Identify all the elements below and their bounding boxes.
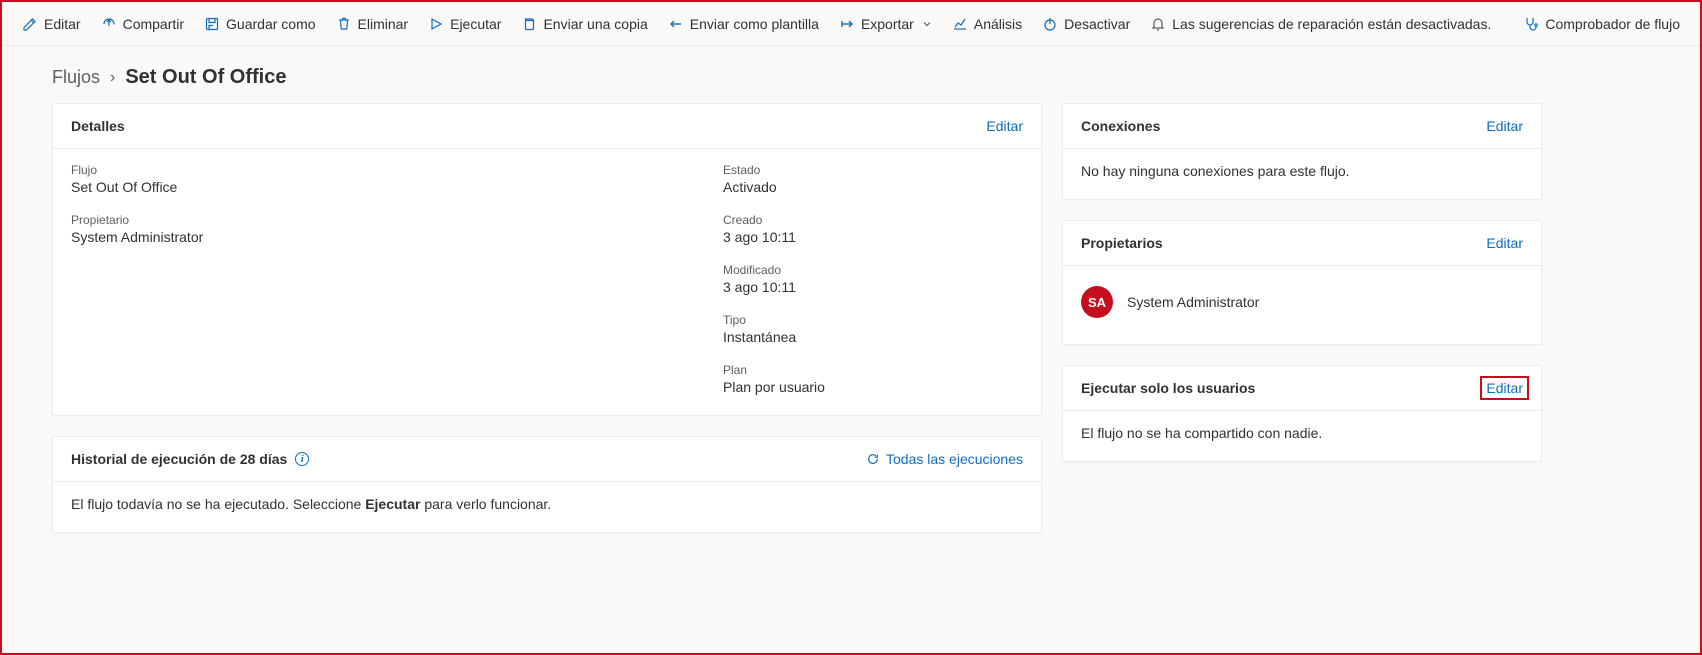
save-as-icon [204,16,220,32]
pencil-icon [22,16,38,32]
owners-edit-link[interactable]: Editar [1486,235,1523,251]
connections-title: Conexiones [1081,118,1160,134]
owner-value: System Administrator [71,229,683,245]
owner-row: SA System Administrator [1081,280,1523,324]
run-history-empty-bold: Ejecutar [365,496,420,512]
disable-button[interactable]: Desactivar [1034,12,1138,36]
modified-value: 3 ago 10:11 [723,279,1023,295]
command-bar: Editar Compartir Guardar como Eliminar E… [2,2,1700,46]
connections-card: Conexiones Editar No hay ninguna conexio… [1062,103,1542,200]
share-label: Compartir [123,16,184,32]
edit-button[interactable]: Editar [14,12,89,36]
save-as-button[interactable]: Guardar como [196,12,323,36]
flow-value: Set Out Of Office [71,179,683,195]
disable-label: Desactivar [1064,16,1130,32]
type-label: Tipo [723,313,1023,327]
send-template-button[interactable]: Enviar como plantilla [660,12,827,36]
copy-icon [521,16,537,32]
status-value: Activado [723,179,1023,195]
connections-edit-link[interactable]: Editar [1486,118,1523,134]
info-icon[interactable]: i [295,452,309,466]
delete-button[interactable]: Eliminar [328,12,417,36]
trash-icon [336,16,352,32]
power-icon [1042,16,1058,32]
repair-suggestions-label: Las sugerencias de reparación están desa… [1172,16,1491,32]
page-body: Detalles Editar Flujo Set Out Of Office … [2,103,1700,553]
run-label: Ejecutar [450,16,501,32]
run-history-empty-prefix: El flujo todavía no se ha ejecutado. Sel… [71,496,365,512]
avatar: SA [1081,286,1113,318]
details-card: Detalles Editar Flujo Set Out Of Office … [52,103,1042,416]
page-title: Set Out Of Office [125,66,286,89]
run-history-title: Historial de ejecución de 28 días [71,451,287,467]
delete-label: Eliminar [358,16,409,32]
arrow-left-icon [668,16,684,32]
details-title: Detalles [71,118,125,134]
run-only-edit-highlight: Editar [1480,376,1529,400]
analytics-label: Análisis [974,16,1022,32]
breadcrumb: Flujos › Set Out Of Office [2,46,1700,103]
run-only-card: Ejecutar solo los usuarios Editar El flu… [1062,365,1542,462]
breadcrumb-flows-link[interactable]: Flujos [52,67,100,88]
owner-name: System Administrator [1127,294,1259,310]
send-copy-label: Enviar una copia [543,16,647,32]
type-value: Instantánea [723,329,1023,345]
run-history-card: Historial de ejecución de 28 días i Toda… [52,436,1042,533]
run-only-title: Ejecutar solo los usuarios [1081,380,1255,396]
run-only-empty-text: El flujo no se ha compartido con nadie. [1081,425,1523,441]
export-icon [839,16,855,32]
run-history-empty-suffix: para verlo funcionar. [420,496,551,512]
share-button[interactable]: Compartir [93,12,192,36]
share-icon [101,16,117,32]
stethoscope-icon [1523,16,1539,32]
owners-card: Propietarios Editar SA System Administra… [1062,220,1542,345]
owners-title: Propietarios [1081,235,1163,251]
connections-empty-text: No hay ninguna conexiones para este fluj… [1081,163,1523,179]
breadcrumb-separator: › [110,69,115,87]
send-template-label: Enviar como plantilla [690,16,819,32]
all-runs-link[interactable]: Todas las ejecuciones [866,451,1023,467]
repair-suggestions-button[interactable]: Las sugerencias de reparación están desa… [1142,12,1499,36]
owner-label: Propietario [71,213,683,227]
chevron-down-icon [922,19,932,29]
edit-label: Editar [44,16,81,32]
save-as-label: Guardar como [226,16,315,32]
bell-icon [1150,16,1166,32]
run-only-edit-link[interactable]: Editar [1486,380,1523,396]
export-button[interactable]: Exportar [831,12,940,36]
send-copy-button[interactable]: Enviar una copia [513,12,655,36]
play-icon [428,16,444,32]
refresh-icon [866,452,880,466]
flow-checker-button[interactable]: Comprobador de flujo [1515,12,1688,36]
status-label: Estado [723,163,1023,177]
modified-label: Modificado [723,263,1023,277]
details-edit-link[interactable]: Editar [986,118,1023,134]
analytics-button[interactable]: Análisis [944,12,1030,36]
plan-label: Plan [723,363,1023,377]
created-label: Creado [723,213,1023,227]
created-value: 3 ago 10:11 [723,229,1023,245]
plan-value: Plan por usuario [723,379,1023,395]
flow-label: Flujo [71,163,683,177]
flow-checker-label: Comprobador de flujo [1545,16,1680,32]
run-button[interactable]: Ejecutar [420,12,509,36]
all-runs-label: Todas las ejecuciones [886,451,1023,467]
analytics-icon [952,16,968,32]
export-label: Exportar [861,16,914,32]
